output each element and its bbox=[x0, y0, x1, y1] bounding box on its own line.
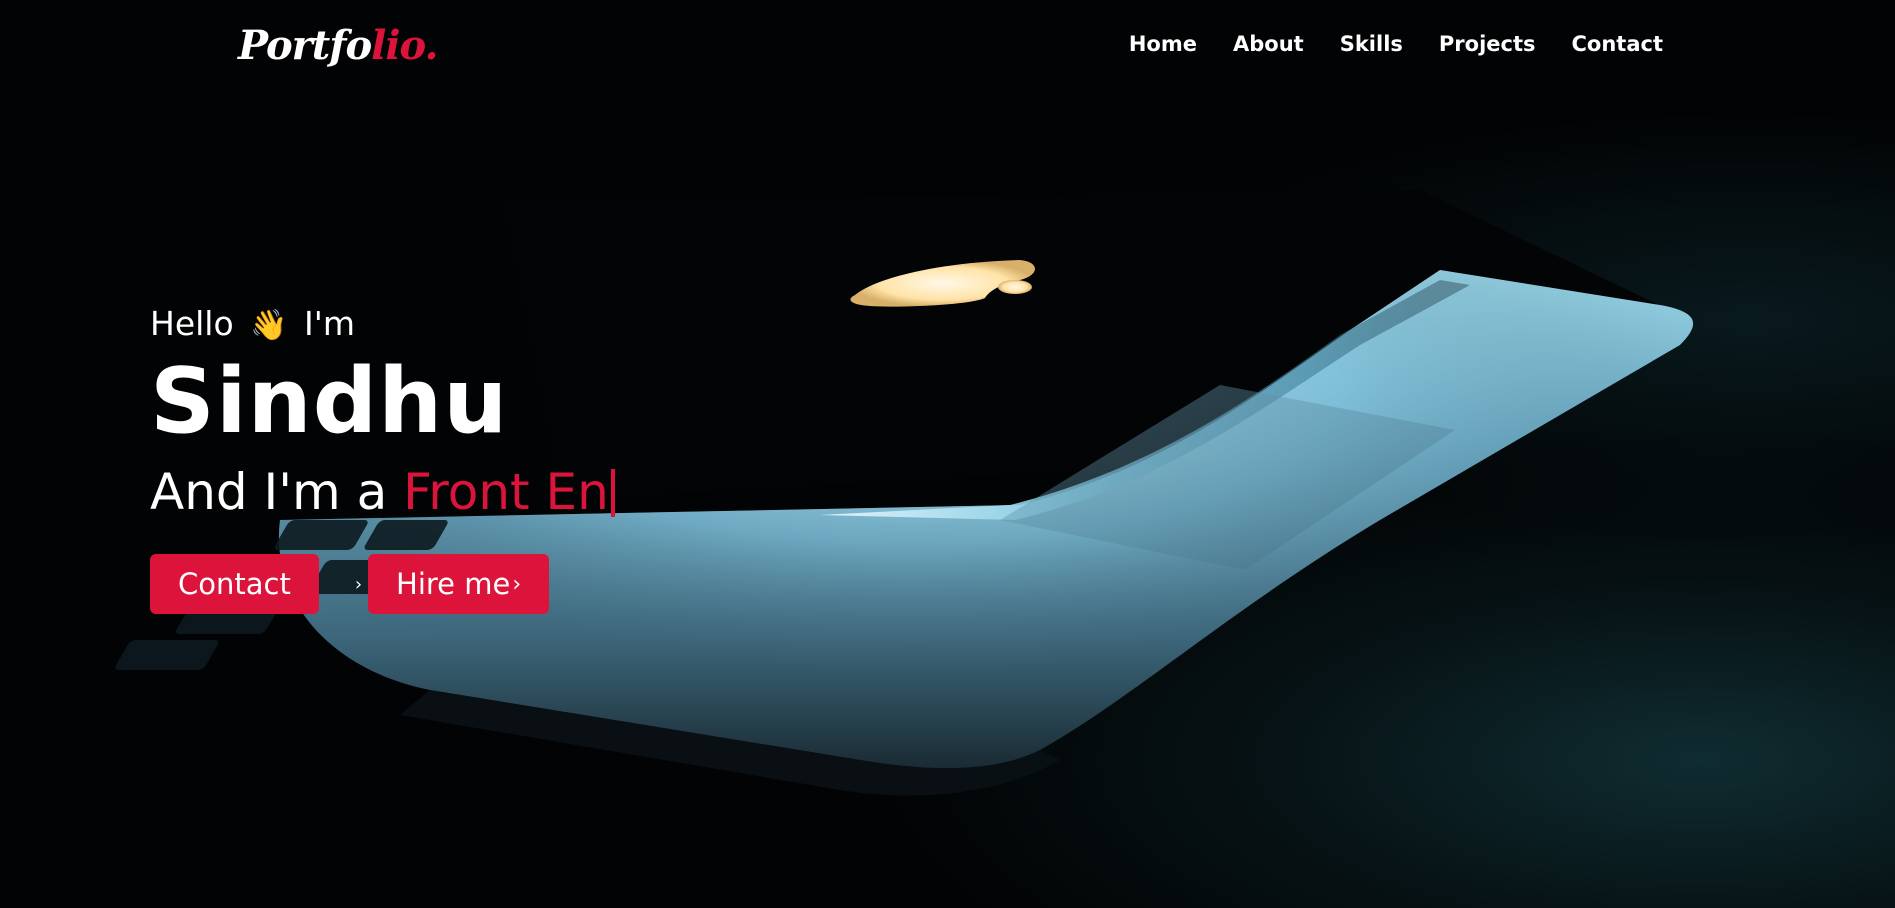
nav-item-contact: Contact bbox=[1572, 32, 1664, 56]
site-logo[interactable]: Portfolio. bbox=[238, 22, 438, 69]
greeting-line: Hello 👋 I'm bbox=[150, 300, 615, 348]
nav-item-projects: Projects bbox=[1439, 32, 1536, 56]
navbar: Portfolio. Home About Skills Projects Co… bbox=[0, 0, 1895, 92]
nav-link-projects[interactable]: Projects bbox=[1439, 32, 1536, 56]
logo-accent-text: lio. bbox=[371, 22, 438, 69]
greeting-im: I'm bbox=[304, 304, 355, 343]
nav-item-about: About bbox=[1233, 32, 1304, 56]
nav-link-contact[interactable]: Contact bbox=[1572, 32, 1664, 56]
hero-name: Sindhu bbox=[150, 349, 509, 454]
hero-buttons: Contact › Hire me › bbox=[150, 554, 615, 614]
hero-section: Portfolio. Home About Skills Projects Co… bbox=[0, 0, 1895, 908]
chevron-right-icon: › bbox=[512, 571, 522, 597]
small-chevron-icon: › bbox=[354, 573, 363, 595]
role-line: And I'm a Front En bbox=[150, 456, 615, 528]
nav-link-skills[interactable]: Skills bbox=[1340, 32, 1403, 56]
typed-role-text: Front En bbox=[403, 463, 609, 521]
hero-content: Hello 👋 I'm Sindhu And I'm a Front En Co… bbox=[150, 300, 615, 614]
hire-me-button[interactable]: Hire me › bbox=[368, 554, 550, 614]
contact-button[interactable]: Contact bbox=[150, 554, 319, 614]
nav-menu: Home About Skills Projects Contact bbox=[1129, 32, 1663, 56]
hire-me-label: Hire me bbox=[396, 567, 511, 601]
nav-link-about[interactable]: About bbox=[1233, 32, 1304, 56]
nav-link-home[interactable]: Home bbox=[1129, 32, 1197, 56]
role-prefix: And I'm a bbox=[150, 463, 388, 521]
greeting-hello: Hello bbox=[150, 304, 234, 343]
waving-hand-icon: 👋 bbox=[250, 308, 288, 343]
logo-main-text: Portfo bbox=[238, 22, 372, 69]
nav-item-home: Home bbox=[1129, 32, 1197, 56]
nav-item-skills: Skills bbox=[1340, 32, 1403, 56]
typing-cursor bbox=[610, 469, 615, 517]
